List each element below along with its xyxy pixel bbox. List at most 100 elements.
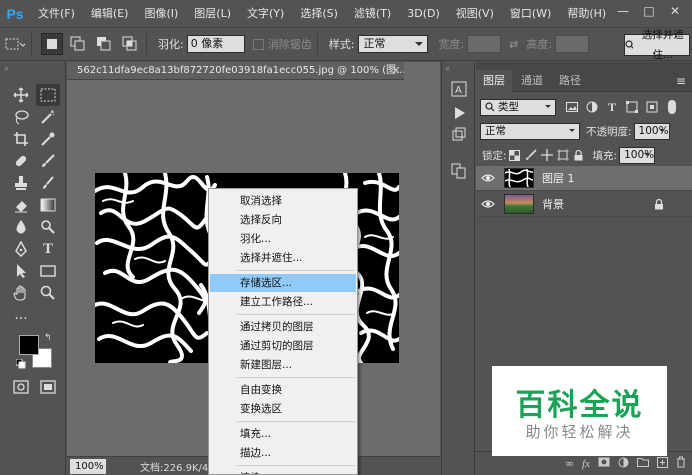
clone-stamp-tool-icon[interactable] xyxy=(9,172,33,194)
menu-item-deselect[interactable]: 取消选择 xyxy=(210,192,356,210)
menu-item-free-transform[interactable]: 自由变换 xyxy=(210,381,356,399)
antialias-checkbox[interactable] xyxy=(252,38,264,50)
tab-layers[interactable]: 图层 xyxy=(476,70,512,92)
menu-item-layer-via-copy[interactable]: 通过拷贝的图层 xyxy=(210,318,356,336)
menu-item-feather[interactable]: 羽化... xyxy=(210,230,356,248)
actions-play-icon[interactable] xyxy=(448,102,470,124)
tab-channels[interactable]: 通道 xyxy=(514,70,550,92)
menu-item-10[interactable]: 帮助(H) xyxy=(559,0,614,27)
paragraph-panel-icon[interactable]: A xyxy=(448,78,470,100)
healing-brush-tool-icon[interactable] xyxy=(9,150,33,172)
zoom-tool-icon[interactable] xyxy=(36,282,60,304)
marquee-preset-icon[interactable] xyxy=(4,33,26,55)
swap-icon[interactable]: ⇄ xyxy=(509,38,518,51)
history-brush-tool-icon[interactable] xyxy=(36,172,60,194)
shape-filter-icon[interactable] xyxy=(624,99,640,115)
menu-item-make-work-path[interactable]: 建立工作路径... xyxy=(210,293,356,311)
menu-item-select-inverse[interactable]: 选择反向 xyxy=(210,211,356,229)
layer-row-background[interactable]: 背景 xyxy=(476,192,692,217)
menu-item-layer-via-cut[interactable]: 通过剪切的图层 xyxy=(210,337,356,355)
add-selection-icon[interactable] xyxy=(67,33,89,55)
type-tool-icon[interactable]: T xyxy=(36,238,60,260)
fill-input[interactable]: 100% xyxy=(619,146,656,164)
more-tools-icon[interactable]: ··· xyxy=(9,308,33,330)
height-input[interactable] xyxy=(555,35,590,53)
menu-item-fill[interactable]: 填充... xyxy=(210,425,356,443)
menu-item-render[interactable]: 渲染 xyxy=(210,469,356,474)
menu-item-save-selection[interactable]: 存储选区... xyxy=(210,274,356,292)
blur-tool-icon[interactable] xyxy=(9,216,33,238)
blend-mode-select[interactable]: 正常 xyxy=(480,122,580,140)
menu-item-new-layer[interactable]: 新建图层... xyxy=(210,356,356,374)
menu-item-3[interactable]: 图层(L) xyxy=(186,0,239,27)
new-group-icon[interactable] xyxy=(637,457,649,470)
minimize-icon[interactable]: — xyxy=(610,0,636,22)
rectangular-marquee-tool-icon[interactable] xyxy=(36,84,60,106)
lock-artboard-icon[interactable] xyxy=(555,147,571,163)
maximize-icon[interactable]: □ xyxy=(636,0,662,22)
3d-panel-icon[interactable] xyxy=(448,124,470,146)
screen-mode-icon[interactable] xyxy=(36,376,60,398)
pen-tool-icon[interactable] xyxy=(9,238,33,260)
zoom-level-input[interactable]: 100% xyxy=(70,458,106,474)
menu-item-stroke[interactable]: 描边... xyxy=(210,444,356,462)
menu-item-5[interactable]: 选择(S) xyxy=(292,0,346,27)
dodge-tool-icon[interactable] xyxy=(36,216,60,238)
smart-object-filter-icon[interactable] xyxy=(644,99,660,115)
type-filter-icon[interactable]: T xyxy=(604,99,620,115)
feather-input[interactable]: 0 像素 xyxy=(186,35,245,53)
hand-tool-icon[interactable] xyxy=(9,282,33,304)
link-layers-icon[interactable]: ∞ xyxy=(565,457,574,470)
lasso-tool-icon[interactable] xyxy=(9,106,33,128)
lock-transparent-icon[interactable] xyxy=(507,147,523,163)
tab-paths[interactable]: 路径 xyxy=(552,70,588,92)
menu-item-select-and-mask[interactable]: 选择并遮住... xyxy=(210,249,356,267)
menu-item-transform-selection[interactable]: 变换选区 xyxy=(210,400,356,418)
eyedropper-tool-icon[interactable] xyxy=(36,128,60,150)
intersect-selection-icon[interactable] xyxy=(119,33,141,55)
select-and-mask-button[interactable]: 选择并遮住... xyxy=(624,29,690,61)
menu-item-0[interactable]: 文件(F) xyxy=(30,0,83,27)
lock-position-icon[interactable] xyxy=(539,147,555,163)
foreground-color-swatch[interactable] xyxy=(19,335,39,355)
magic-wand-tool-icon[interactable] xyxy=(36,106,60,128)
eraser-tool-icon[interactable] xyxy=(9,194,33,216)
width-input[interactable] xyxy=(467,35,502,53)
close-icon[interactable]: ✕ xyxy=(662,0,688,22)
menu-item-1[interactable]: 编辑(E) xyxy=(83,0,137,27)
close-document-icon[interactable]: ✕ xyxy=(389,62,403,80)
move-tool-icon[interactable] xyxy=(9,84,33,106)
brush-tool-icon[interactable] xyxy=(36,150,60,172)
menu-item-7[interactable]: 3D(D) xyxy=(399,0,448,27)
menu-item-4[interactable]: 文字(Y) xyxy=(239,0,292,27)
menu-item-8[interactable]: 视图(V) xyxy=(448,0,502,27)
properties-panel-icon[interactable] xyxy=(448,160,470,182)
panel-menu-icon[interactable]: ≡ xyxy=(676,74,686,88)
swap-colors-icon[interactable]: ↰ xyxy=(44,333,52,343)
image-filter-icon[interactable] xyxy=(564,99,580,115)
filter-kind-select[interactable]: 类型 xyxy=(480,98,556,116)
quick-mask-icon[interactable] xyxy=(9,376,33,398)
lock-all-icon[interactable] xyxy=(571,147,587,163)
collapse-icon[interactable]: » xyxy=(4,64,9,73)
rectangle-tool-icon[interactable] xyxy=(36,260,60,282)
menu-item-6[interactable]: 滤镜(T) xyxy=(346,0,399,27)
eye-icon[interactable] xyxy=(476,199,500,209)
menu-item-9[interactable]: 窗口(W) xyxy=(502,0,559,27)
menu-item-2[interactable]: 图像(I) xyxy=(136,0,186,27)
collapse-dock-icon[interactable]: « xyxy=(445,64,450,73)
eye-icon[interactable] xyxy=(476,173,500,183)
crop-tool-icon[interactable] xyxy=(9,128,33,150)
layer-row-layer1[interactable]: 图层 1 xyxy=(476,166,692,191)
lock-pixels-icon[interactable] xyxy=(523,147,539,163)
style-select[interactable]: 正常 xyxy=(358,35,429,53)
gradient-tool-icon[interactable] xyxy=(36,194,60,216)
path-selection-tool-icon[interactable] xyxy=(9,260,33,282)
filter-toggle[interactable] xyxy=(668,100,676,114)
adjustment-filter-icon[interactable] xyxy=(584,99,600,115)
adjustment-layer-icon[interactable] xyxy=(618,457,629,471)
layer-style-icon[interactable]: fx xyxy=(582,458,590,470)
opacity-input[interactable]: 100% xyxy=(633,122,670,140)
subtract-selection-icon[interactable] xyxy=(93,33,115,55)
add-mask-icon[interactable] xyxy=(598,457,610,470)
